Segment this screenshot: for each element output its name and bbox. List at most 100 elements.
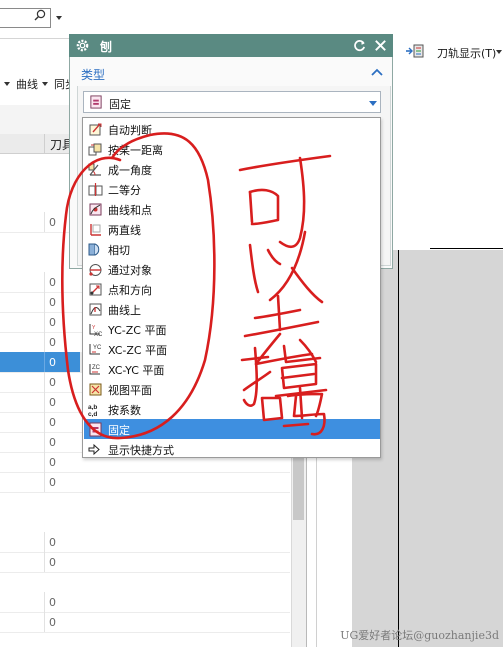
dropdown-option-label: 成一角度 <box>108 164 152 177</box>
table-cell: 0 <box>49 356 56 369</box>
dropdown-option-coefficients[interactable]: a,b c,d 按系数 <box>84 399 380 419</box>
combo-value: 固定 <box>109 98 131 111</box>
curve-point-icon <box>88 202 103 217</box>
tool-path-display-icon[interactable] <box>405 42 425 60</box>
through-object-icon <box>88 262 103 277</box>
dropdown-option-angle[interactable]: 成一角度 <box>84 159 380 179</box>
view-plane-icon <box>88 382 103 397</box>
dropdown-option-fixed[interactable]: 固定 <box>84 419 380 439</box>
tool-path-display-button[interactable]: 刀轨显示(T) <box>437 45 496 61</box>
dropdown-option-yc-zc-plane[interactable]: XC Y YC-ZC 平面 <box>84 319 380 339</box>
table-cell: 0 <box>49 456 56 469</box>
fixed-icon <box>90 95 102 109</box>
svg-text:YC: YC <box>93 345 102 351</box>
auto-infer-icon <box>88 122 103 137</box>
dropdown-option-label: 固定 <box>108 424 130 437</box>
show-shortcuts-icon <box>88 442 103 457</box>
dropdown-option-label: YC-ZC 平面 <box>108 324 167 337</box>
table-cell: 0 <box>49 216 56 229</box>
section-label: 类型 <box>81 68 106 82</box>
table-cell: 0 <box>49 536 56 549</box>
type-section-header[interactable]: 类型 <box>77 62 391 84</box>
divider <box>0 38 70 39</box>
bisector-icon <box>88 182 103 197</box>
search-dropdown-icon[interactable] <box>56 16 62 20</box>
dialog-title-bar[interactable]: 刨 <box>69 34 393 57</box>
dropdown-option-bisector[interactable]: 二等分 <box>84 179 380 199</box>
menu-strip: 曲线 同步 <box>0 74 76 94</box>
reset-icon[interactable] <box>352 38 367 53</box>
type-combo[interactable]: 固定 <box>83 91 381 113</box>
svg-text:Y: Y <box>92 325 96 331</box>
chevron-down-icon[interactable] <box>369 101 377 106</box>
dropdown-option-label: 二等分 <box>108 184 141 197</box>
two-lines-icon <box>88 222 103 237</box>
dropdown-option-label: 相切 <box>108 244 130 257</box>
graphics-edge <box>430 248 503 249</box>
table-cell: 0 <box>49 556 56 569</box>
type-dropdown-list: 自动判断 按某一距离 成一角度 二等分 曲线和点 两直线 相切 通过对象 点和方向 曲线上 XC Y Y… <box>82 117 381 458</box>
xc-zc-plane-icon: YC <box>88 342 103 357</box>
dropdown-option-label: 显示快捷方式 <box>108 444 174 457</box>
dropdown-option-label: 自动判断 <box>108 124 152 137</box>
table-row[interactable]: 0 <box>0 612 290 633</box>
table-cell: 0 <box>49 596 56 609</box>
dropdown-option-label: 通过对象 <box>108 264 152 277</box>
table-cell: 0 <box>49 296 56 309</box>
dropdown-option-label: 按系数 <box>108 404 141 417</box>
dropdown-option-show-shortcuts[interactable]: 显示快捷方式 <box>84 439 380 459</box>
table-cell: 0 <box>49 276 56 289</box>
svg-text:ZC: ZC <box>92 365 101 371</box>
search-icon[interactable] <box>34 9 46 21</box>
svg-text:a,b: a,b <box>88 404 97 411</box>
on-curve-icon <box>88 302 103 317</box>
dialog-title: 刨 <box>100 40 113 54</box>
table-cell: 0 <box>49 336 56 349</box>
table-cell: 0 <box>49 436 56 449</box>
dropdown-option-point-direction[interactable]: 点和方向 <box>84 279 380 299</box>
tangent-icon <box>88 242 103 257</box>
point-direction-icon <box>88 282 103 297</box>
table-row[interactable]: 0 <box>0 472 290 493</box>
table-row[interactable]: 0 <box>0 592 290 613</box>
chevron-up-icon[interactable] <box>371 67 383 77</box>
dropdown-option-xc-yc-plane[interactable]: ZC XC-YC 平面 <box>84 359 380 379</box>
dropdown-option-label: 视图平面 <box>108 384 152 397</box>
table-cell: 0 <box>49 476 56 489</box>
coefficients-icon: a,b c,d <box>88 402 103 418</box>
table-row[interactable]: 0 <box>0 532 290 553</box>
offset-distance-icon <box>88 142 103 157</box>
gear-icon[interactable] <box>75 38 90 53</box>
table-row[interactable]: 0 <box>0 552 290 573</box>
table-cell: 0 <box>49 316 56 329</box>
watermark: UG爱好者论坛@guozhanjie3d <box>340 629 499 642</box>
dropdown-option-label: 曲线和点 <box>108 204 152 217</box>
chevron-down-icon[interactable] <box>4 81 10 86</box>
table-cell: 0 <box>49 376 56 389</box>
dropdown-option-label: XC-YC 平面 <box>108 364 165 377</box>
dropdown-option-auto-infer[interactable]: 自动判断 <box>84 119 380 139</box>
fixed-icon <box>88 422 103 437</box>
dropdown-option-xc-zc-plane[interactable]: YC XC-ZC 平面 <box>84 339 380 359</box>
dropdown-option-curve-point[interactable]: 曲线和点 <box>84 199 380 219</box>
dropdown-option-label: 按某一距离 <box>108 144 163 157</box>
table-cell: 0 <box>49 616 56 629</box>
dropdown-option-two-lines[interactable]: 两直线 <box>84 219 380 239</box>
xc-yc-plane-icon: ZC <box>88 362 103 377</box>
dropdown-option-label: 曲线上 <box>108 304 141 317</box>
close-icon[interactable] <box>373 38 388 53</box>
dropdown-option-on-curve[interactable]: 曲线上 <box>84 299 380 319</box>
yc-zc-plane-icon: XC Y <box>88 322 103 338</box>
dropdown-option-view-plane[interactable]: 视图平面 <box>84 379 380 399</box>
chevron-down-icon[interactable] <box>42 81 48 86</box>
dropdown-option-label: XC-ZC 平面 <box>108 344 168 357</box>
chevron-down-icon[interactable] <box>496 50 502 54</box>
menu-item-curve[interactable]: 曲线 <box>16 76 38 92</box>
dropdown-option-tangent[interactable]: 相切 <box>84 239 380 259</box>
angle-icon <box>88 162 103 177</box>
dropdown-option-offset-distance[interactable]: 按某一距离 <box>84 139 380 159</box>
table-cell: 0 <box>49 396 56 409</box>
dropdown-option-through-object[interactable]: 通过对象 <box>84 259 380 279</box>
dropdown-option-label: 点和方向 <box>108 284 152 297</box>
svg-text:XC: XC <box>94 332 103 337</box>
